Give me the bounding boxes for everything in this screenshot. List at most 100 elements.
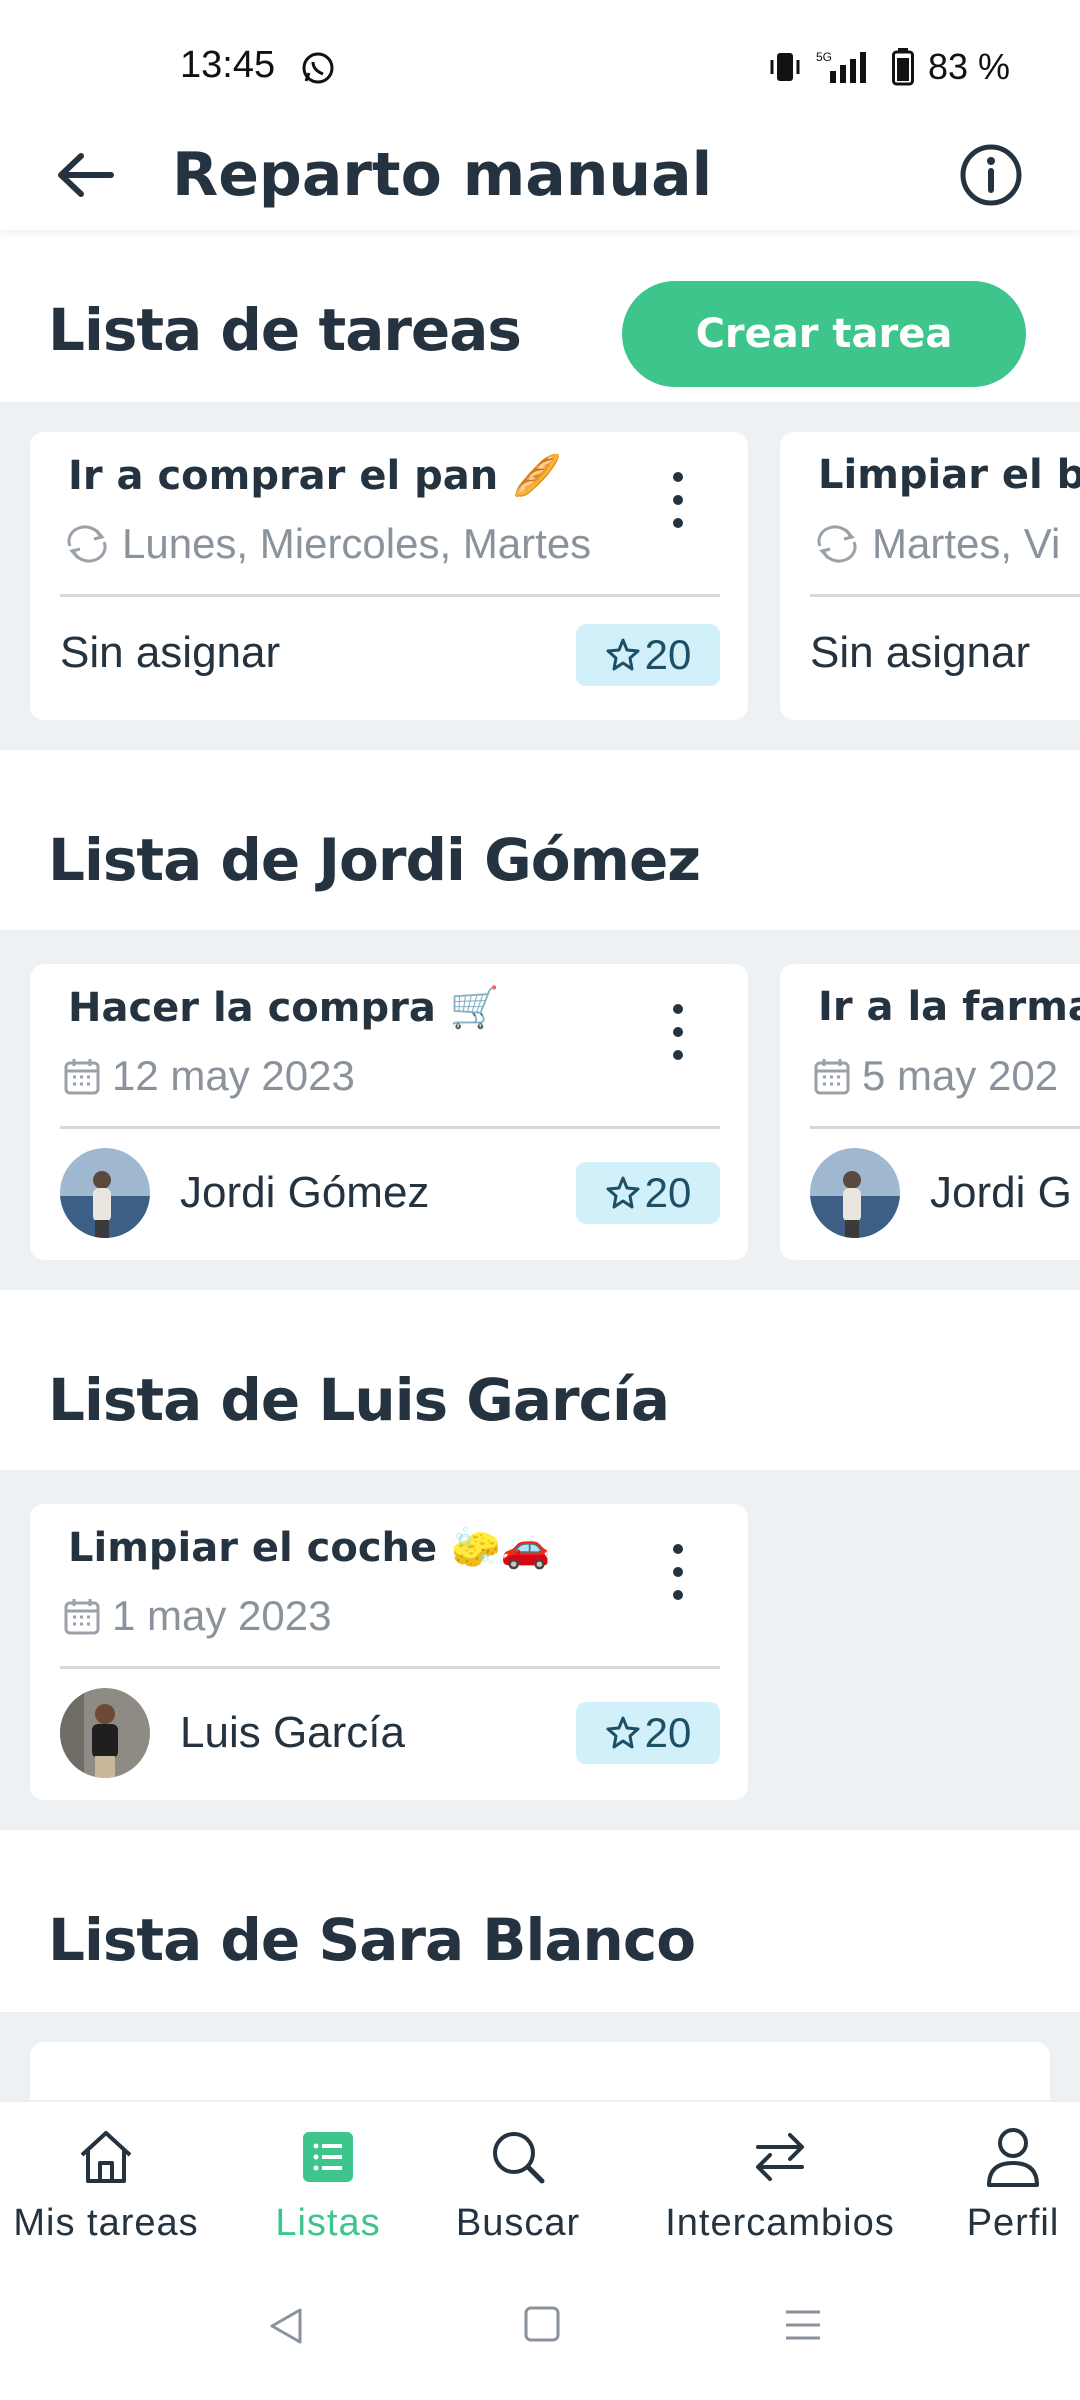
list-icon	[303, 2132, 353, 2182]
arrow-left-icon	[58, 153, 114, 197]
user-icon	[987, 2128, 1039, 2187]
nav-item-perfil[interactable]: Perfil	[948, 2122, 1078, 2245]
dot	[673, 472, 683, 482]
task-card[interactable]: Limpiar el ba Martes, Vi Sin asignar	[780, 432, 1080, 720]
section-title-jordi: Lista de Jordi Gómez	[48, 826, 701, 894]
nav-item-buscar[interactable]: Buscar	[440, 2122, 596, 2245]
assignee-name: Sin asignar	[60, 628, 281, 677]
task-strip-luis[interactable]: Limpiar el coche 🧽🚗 1 may 2023 Luis Garc…	[0, 1470, 1080, 1830]
divider	[60, 594, 720, 597]
repeat-icon	[817, 525, 857, 563]
task-date-text: 5 may 202	[862, 1052, 1059, 1099]
avatar	[810, 1148, 900, 1238]
nav-label: Buscar	[455, 2202, 581, 2244]
assignee-name: Jordi G	[930, 1168, 1072, 1217]
assignee-name: Jordi Gómez	[180, 1168, 430, 1217]
points-value: 20	[644, 1709, 692, 1756]
status-icons: 5G 83 %	[768, 46, 1010, 88]
assignee-name: Sin asignar	[810, 628, 1031, 677]
task-recurrence: Lunes, Miercoles, Martes	[62, 520, 654, 568]
task-card-partial[interactable]	[30, 2042, 1050, 2100]
info-icon	[960, 144, 1022, 206]
divider	[60, 1666, 720, 1669]
star-icon	[606, 638, 640, 671]
nav-label: Mis tareas	[13, 2202, 199, 2244]
info-button[interactable]	[958, 142, 1024, 208]
task-date-text: 12 may 2023	[112, 1052, 355, 1099]
dot	[673, 495, 683, 505]
task-title: Ir a la farma	[818, 984, 1080, 1030]
whatsapp-icon	[302, 52, 334, 84]
svg-text:5G: 5G	[816, 50, 832, 64]
avatar-photo	[60, 1688, 150, 1778]
points-value: 20	[644, 1169, 692, 1216]
task-date: 1 may 2023	[62, 1592, 654, 1640]
system-menu-icon[interactable]	[782, 2304, 824, 2346]
signal-icon: 5G	[816, 50, 866, 83]
task-strip-jordi[interactable]: Hacer la compra 🛒 12 may 2023 Jordi Góme…	[0, 930, 1080, 1290]
page-title: Reparto manual	[172, 140, 713, 210]
task-card[interactable]: Limpiar el coche 🧽🚗 1 may 2023 Luis Garc…	[30, 1504, 748, 1800]
task-date-text: 1 may 2023	[112, 1592, 332, 1639]
task-card[interactable]: Ir a comprar el pan 🥖 Lunes, Miercoles, …	[30, 432, 748, 720]
section-title-tasks: Lista de tareas	[48, 296, 522, 364]
recurrence-days: Lunes, Miercoles, Martes	[122, 520, 592, 567]
search-icon	[493, 2132, 545, 2184]
more-options-button[interactable]	[668, 472, 688, 528]
nav-item-listas[interactable]: Listas	[250, 2122, 406, 2245]
dot	[673, 1567, 683, 1577]
section-title-luis: Lista de Luis García	[48, 1366, 670, 1434]
bottom-nav: Mis tareas Listas Buscar Intercambios Pe…	[0, 2100, 1080, 2260]
repeat-icon	[67, 525, 107, 563]
star-icon	[606, 1176, 640, 1209]
task-title: Limpiar el coche 🧽🚗	[68, 1525, 551, 1571]
more-options-button[interactable]	[668, 1004, 688, 1060]
app-bar: Reparto manual	[0, 120, 1080, 230]
system-nav-bar	[0, 2260, 1080, 2400]
status-bar: 13:45 5G 83 %	[0, 0, 1080, 120]
status-time: 13:45	[180, 44, 276, 86]
divider	[810, 594, 1080, 597]
dot	[673, 1004, 683, 1014]
dot	[673, 518, 683, 528]
vibrate-icon	[770, 53, 800, 81]
task-title: Hacer la compra 🛒	[68, 985, 500, 1031]
points-badge: 20	[576, 624, 720, 686]
avatar-photo	[60, 1148, 150, 1238]
battery-percent: 83 %	[927, 46, 1010, 87]
dot	[673, 1544, 683, 1554]
star-icon	[606, 1716, 640, 1749]
dot	[673, 1050, 683, 1060]
points-value: 20	[644, 631, 692, 678]
avatar	[60, 1148, 150, 1238]
nav-label: Listas	[275, 2202, 381, 2244]
back-button[interactable]	[50, 140, 120, 210]
task-card[interactable]: Ir a la farma 5 may 202 Jordi G	[780, 964, 1080, 1260]
task-recurrence: Martes, Vi	[812, 520, 1080, 568]
task-strip-unassigned[interactable]: Ir a comprar el pan 🥖 Lunes, Miercoles, …	[0, 402, 1080, 750]
nav-item-mis-tareas[interactable]: Mis tareas	[8, 2122, 204, 2245]
assignee-name: Luis García	[180, 1708, 405, 1757]
divider	[60, 1126, 720, 1129]
more-options-button[interactable]	[668, 1544, 688, 1600]
nav-label: Perfil	[966, 2202, 1060, 2244]
nav-item-intercambios[interactable]: Intercambios	[650, 2122, 910, 2245]
task-card[interactable]: Hacer la compra 🛒 12 may 2023 Jordi Góme…	[30, 964, 748, 1260]
home-icon	[80, 2131, 132, 2183]
points-badge: 20	[576, 1162, 720, 1224]
task-date: 5 may 202	[812, 1052, 1080, 1100]
create-task-button[interactable]: Crear tarea	[622, 281, 1026, 387]
recurrence-days: Martes, Vi	[872, 520, 1061, 567]
calendar-icon	[64, 1599, 100, 1635]
system-home-icon[interactable]	[522, 2304, 562, 2344]
swap-icon	[756, 2133, 804, 2181]
section-title-sara: Lista de Sara Blanco	[48, 1906, 696, 1974]
points-badge: 20	[576, 1702, 720, 1764]
system-back-icon[interactable]	[264, 2304, 308, 2348]
task-strip-sara[interactable]	[0, 2012, 1080, 2100]
dot	[673, 1590, 683, 1600]
nav-label: Intercambios	[665, 2202, 895, 2244]
task-title: Limpiar el ba	[818, 452, 1080, 498]
dot	[673, 1027, 683, 1037]
task-date: 12 may 2023	[62, 1052, 654, 1100]
